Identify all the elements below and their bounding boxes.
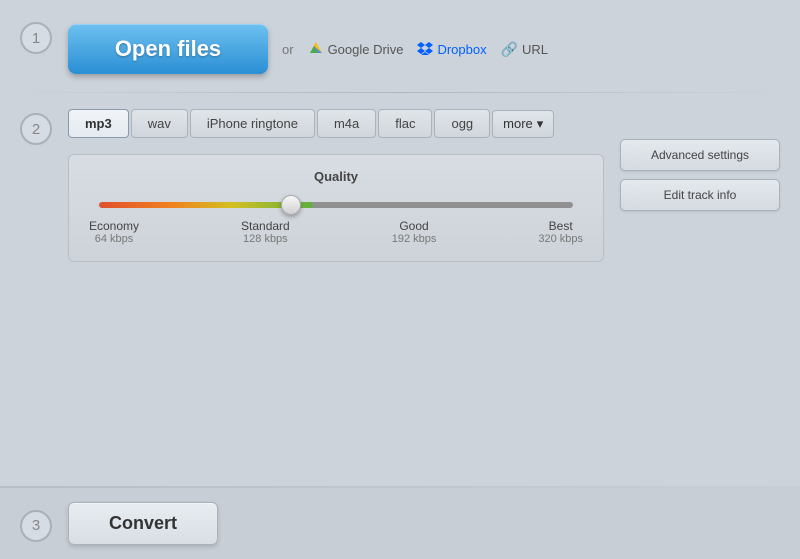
slider-container	[99, 196, 573, 211]
step1-number: 1	[20, 22, 52, 54]
advanced-settings-button[interactable]: Advanced settings	[620, 139, 780, 171]
step2-number: 2	[20, 113, 52, 145]
convert-button[interactable]: Convert	[68, 502, 218, 545]
tab-iphone-ringtone[interactable]: iPhone ringtone	[190, 109, 315, 138]
quality-mark-standard: Standard 128 kbps	[241, 219, 290, 245]
quality-label: Quality	[89, 169, 583, 184]
chevron-down-icon: ▾	[537, 116, 544, 132]
step1-row: 1 Open files or Google Drive Dropbox	[0, 0, 800, 92]
tab-flac[interactable]: flac	[378, 109, 432, 138]
main-container: 1 Open files or Google Drive Dropbox	[0, 0, 800, 559]
tab-wav[interactable]: wav	[131, 109, 188, 138]
quality-mark-best: Best 320 kbps	[538, 219, 583, 245]
quality-marks: Economy 64 kbps Standard 128 kbps Good 1…	[89, 219, 583, 245]
empty-area	[0, 272, 800, 486]
dropbox-label: Dropbox	[437, 42, 486, 57]
or-text: or	[282, 42, 294, 57]
dropbox-link[interactable]: Dropbox	[417, 41, 486, 57]
quality-mark-economy: Economy 64 kbps	[89, 219, 139, 245]
step3-number: 3	[20, 510, 52, 542]
step2-content: mp3 wav iPhone ringtone m4a flac ogg mor…	[68, 109, 604, 262]
google-drive-label: Google Drive	[328, 42, 404, 57]
url-label: URL	[522, 42, 548, 57]
edit-track-info-button[interactable]: Edit track info	[620, 179, 780, 211]
tab-ogg[interactable]: ogg	[434, 109, 490, 138]
quality-mark-good: Good 192 kbps	[392, 219, 437, 245]
quality-panel: Quality Economy 64 kbps Standard 128 kbp…	[68, 154, 604, 262]
open-files-button[interactable]: Open files	[68, 24, 268, 74]
link-icon: 🔗	[501, 41, 518, 58]
tab-more[interactable]: more ▾	[492, 110, 554, 138]
format-tabs: mp3 wav iPhone ringtone m4a flac ogg mor…	[68, 109, 604, 138]
tab-mp3[interactable]: mp3	[68, 109, 129, 138]
step1-content: Open files or Google Drive Dropbox	[68, 18, 548, 74]
dropbox-icon	[417, 41, 433, 57]
right-panel: Advanced settings Edit track info	[620, 139, 780, 211]
tab-m4a[interactable]: m4a	[317, 109, 376, 138]
google-drive-icon	[308, 41, 324, 57]
google-drive-link[interactable]: Google Drive	[308, 41, 404, 57]
quality-slider[interactable]	[99, 202, 573, 208]
step3-row: 3 Convert	[0, 488, 800, 559]
tab-more-label: more	[503, 116, 533, 131]
url-link[interactable]: 🔗 URL	[501, 41, 548, 58]
step2-row: 2 mp3 wav iPhone ringtone m4a flac ogg m…	[0, 93, 800, 272]
